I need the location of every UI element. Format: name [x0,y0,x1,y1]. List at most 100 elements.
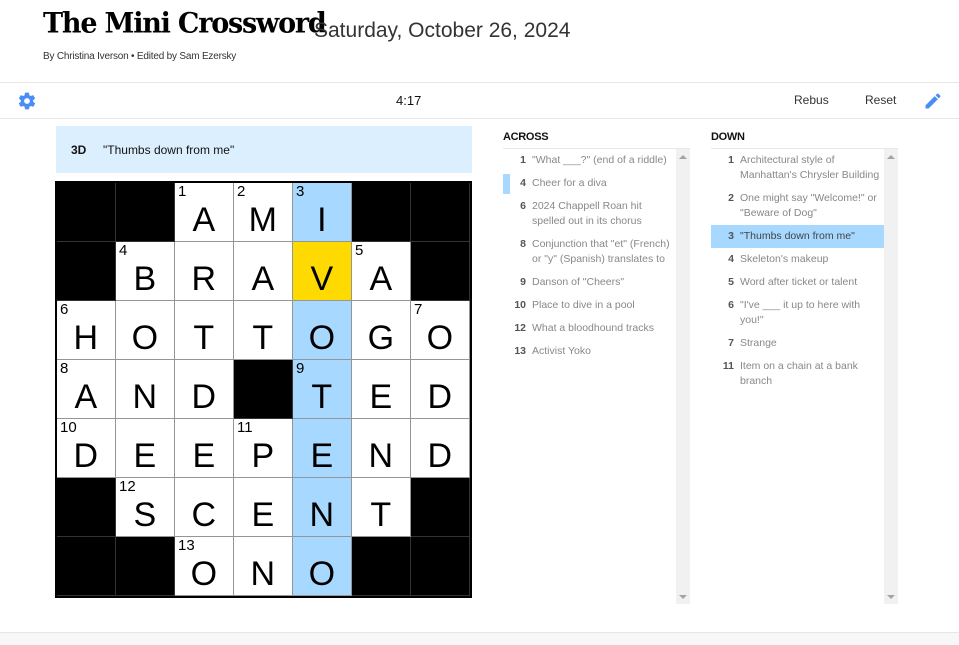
toolbar: 4:17 Rebus Reset [0,83,959,119]
grid-cell[interactable]: 11 P [234,419,293,478]
down-scrollbar[interactable] [884,149,898,604]
cell-letter: M [248,200,277,239]
down-clue-6[interactable]: 6 "I've ___ it up to here with you!" [711,294,898,332]
clue-number: 7 [728,337,734,349]
grid-cell[interactable]: 7O [411,301,470,360]
cell-number: 11 [237,419,253,436]
grid-block-cell [57,183,116,242]
down-clue-3[interactable]: 3 "Thumbs down from me" [711,225,898,248]
grid-cell[interactable]: 13 O [175,537,234,596]
down-clue-2[interactable]: 2 One might say "Welcome!" or "Beware of … [711,187,898,225]
grid-cell[interactable]: T [352,478,411,537]
grid-cell[interactable]: N [116,360,175,419]
grid-cell[interactable]: E [352,360,411,419]
down-clue-5[interactable]: 5 Word after ticket or talent [711,271,898,294]
grid-cell[interactable]: 4B [116,242,175,301]
clue-text: What a bloodhound tracks [532,322,654,334]
across-clue-4[interactable]: 4 Cheer for a diva [503,172,690,195]
scroll-up-arrow-icon[interactable] [679,155,687,159]
grid-cell[interactable]: E [175,419,234,478]
clue-text: Word after ticket or talent [740,276,858,288]
grid-cell[interactable]: N [352,419,411,478]
across-clue-6[interactable]: 6 2024 Chappell Roan hit spelled out in i… [503,195,690,233]
grid-block-cell [57,242,116,301]
grid-cell[interactable]: 2M [234,183,293,242]
grid-cell[interactable]: D [411,360,470,419]
grid-cell[interactable]: E [293,419,352,478]
down-clue-11[interactable]: 11 Item on a chain at a bank branch [711,355,898,393]
down-clue-1[interactable]: 1 Architectural style of Manhattan's Chry… [711,149,898,187]
scroll-up-arrow-icon[interactable] [887,155,895,159]
grid-cell[interactable]: O [116,301,175,360]
cell-letter: T [193,318,215,357]
grid-cell[interactable]: R [175,242,234,301]
across-clue-10[interactable]: 10 Place to dive in a pool [503,294,690,317]
down-clue-list: 1 Architectural style of Manhattan's Chry… [711,148,898,604]
cell-number: 4 [119,242,128,259]
grid-cell[interactable]: O [293,537,352,596]
current-clue-text: "Thumbs down from me" [103,143,235,157]
cell-letter: N [368,436,394,475]
across-clue-8[interactable]: 8 Conjunction that "et" (French) or "y" (… [503,233,690,271]
clue-text: One might say "Welcome!" or "Beware of D… [740,192,877,219]
grid-cell[interactable]: N [293,478,352,537]
grid-cell[interactable]: 5A [352,242,411,301]
grid-cell[interactable]: 9T [293,360,352,419]
clue-number: 1 [520,154,526,166]
scroll-down-arrow-icon[interactable] [679,595,687,599]
grid-block-cell [411,537,470,596]
across-clue-1[interactable]: 1 "What ___?" (end of a riddle) [503,149,690,172]
grid-cell[interactable]: N [234,537,293,596]
grid-cell[interactable]: 6H [57,301,116,360]
down-clues-panel: DOWN 1 Architectural style of Manhattan's… [711,126,898,604]
across-scrollbar[interactable] [676,149,690,604]
grid-cell[interactable]: 8A [57,360,116,419]
grid-cell[interactable]: D [411,419,470,478]
scroll-down-arrow-icon[interactable] [887,595,895,599]
down-clue-7[interactable]: 7 Strange [711,332,898,355]
grid-cell[interactable]: 3I [293,183,352,242]
pencil-icon[interactable] [923,91,943,111]
down-clue-4[interactable]: 4 Skeleton's makeup [711,248,898,271]
across-clue-13[interactable]: 13 Activist Yoko [503,340,690,363]
cell-letter: D [73,436,99,475]
cell-letter: A [251,259,275,298]
grid-cell[interactable]: 10 D [57,419,116,478]
clue-text: "What ___?" (end of a riddle) [532,154,667,166]
cell-letter: E [310,436,334,475]
reset-button[interactable]: Reset [865,93,896,107]
grid-cell[interactable]: A [234,242,293,301]
grid-block-cell [57,478,116,537]
grid-cell[interactable]: 1A [175,183,234,242]
cell-letter: D [191,377,217,416]
grid-block-cell [411,242,470,301]
grid-cell[interactable]: O [293,301,352,360]
grid-block-cell [352,183,411,242]
clue-number: 12 [514,322,526,334]
rebus-button[interactable]: Rebus [794,93,829,107]
grid-cell[interactable]: T [175,301,234,360]
cell-letter: E [133,436,157,475]
grid-cell[interactable]: V [293,242,352,301]
grid-block-cell [352,537,411,596]
cell-number: 7 [414,301,423,318]
clue-text: Danson of "Cheers" [532,276,625,288]
cell-number: 3 [296,183,305,200]
grid-cell[interactable]: 12 S [116,478,175,537]
grid-cell[interactable]: T [234,301,293,360]
cell-letter: N [250,554,276,593]
gear-icon[interactable] [17,91,37,111]
across-clue-9[interactable]: 9 Danson of "Cheers" [503,271,690,294]
clue-text: "I've ___ it up to here with you!" [740,299,861,326]
grid-cell[interactable]: D [175,360,234,419]
grid-block-cell [411,183,470,242]
grid-cell[interactable]: C [175,478,234,537]
grid-cell[interactable]: G [352,301,411,360]
cell-letter: T [252,318,274,357]
clue-text: 2024 Chappell Roan hit spelled out in it… [532,200,642,227]
across-clue-12[interactable]: 12 What a bloodhound tracks [503,317,690,340]
cell-letter: E [369,377,393,416]
clue-text: Cheer for a diva [532,177,607,189]
grid-cell[interactable]: E [116,419,175,478]
grid-cell[interactable]: E [234,478,293,537]
